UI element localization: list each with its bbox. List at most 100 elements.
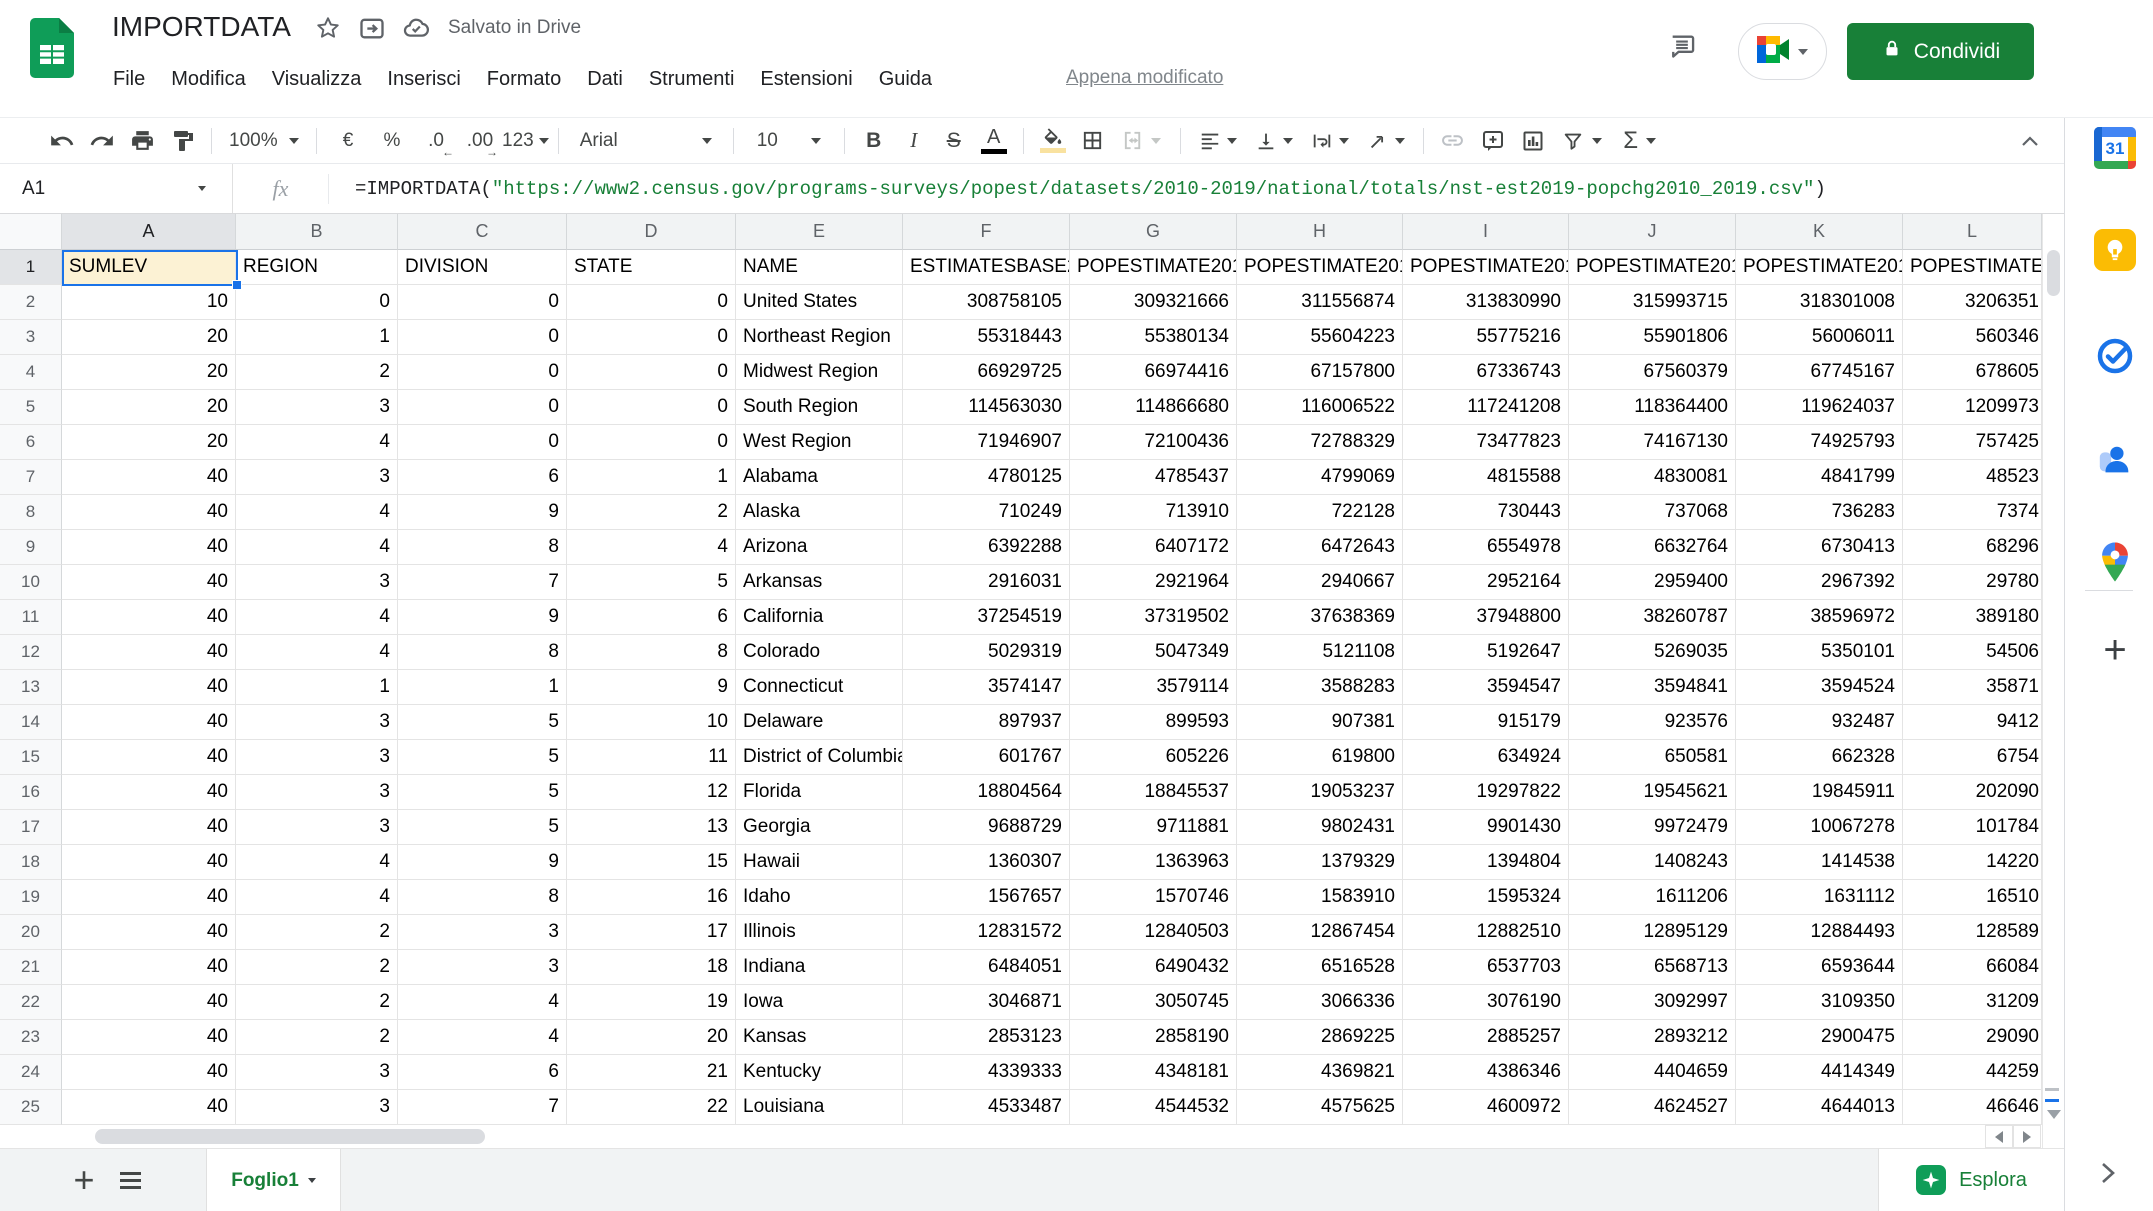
cell-B8[interactable]: 4 [236,495,398,530]
cell-A3[interactable]: 20 [62,320,236,355]
cell-J12[interactable]: 5269035 [1569,635,1736,670]
font-size-select[interactable]: 10 [743,122,835,160]
cell-E18[interactable]: Hawaii [736,845,903,880]
row-header-8[interactable]: 8 [0,495,62,530]
increase-decimals-button[interactable]: .00→ [458,122,502,160]
cell-A16[interactable]: 40 [62,775,236,810]
cell-H16[interactable]: 19053237 [1237,775,1403,810]
cell-L20[interactable]: 128589 [1903,915,2042,950]
cell-L2[interactable]: 3206351 [1903,285,2042,320]
cell-I6[interactable]: 73477823 [1403,425,1569,460]
cell-D1[interactable]: STATE [567,250,736,285]
cell-C24[interactable]: 6 [398,1055,567,1090]
cell-H4[interactable]: 67157800 [1237,355,1403,390]
cell-H1[interactable]: POPESTIMATE2011 [1237,250,1403,285]
cell-K2[interactable]: 318301008 [1736,285,1903,320]
cell-C12[interactable]: 8 [398,635,567,670]
row-header-19[interactable]: 19 [0,880,62,915]
cell-L1[interactable]: POPESTIMATE2015 [1903,250,2042,285]
cell-C13[interactable]: 1 [398,670,567,705]
cell-E9[interactable]: Arizona [736,530,903,565]
cell-D3[interactable]: 0 [567,320,736,355]
cell-D24[interactable]: 21 [567,1055,736,1090]
row-header-17[interactable]: 17 [0,810,62,845]
cell-G10[interactable]: 2921964 [1070,565,1237,600]
row-header-22[interactable]: 22 [0,985,62,1020]
text-color-button[interactable]: A [974,122,1014,160]
last-modified-link[interactable]: Appena modificato [1066,67,1223,89]
cell-F24[interactable]: 4339333 [903,1055,1070,1090]
cell-K14[interactable]: 932487 [1736,705,1903,740]
cell-E2[interactable]: United States [736,285,903,320]
cell-D20[interactable]: 17 [567,915,736,950]
cell-F12[interactable]: 5029319 [903,635,1070,670]
cell-G7[interactable]: 4785437 [1070,460,1237,495]
cell-A14[interactable]: 40 [62,705,236,740]
row-header-3[interactable]: 3 [0,320,62,355]
scrollbar-step-down[interactable] [2047,1110,2061,1119]
cell-H8[interactable]: 722128 [1237,495,1403,530]
cell-F9[interactable]: 6392288 [903,530,1070,565]
menu-visualizza[interactable]: Visualizza [259,68,375,91]
cell-A18[interactable]: 40 [62,845,236,880]
cell-A21[interactable]: 40 [62,950,236,985]
name-box-dropdown-icon[interactable] [198,186,206,191]
cell-H18[interactable]: 1379329 [1237,845,1403,880]
cell-A6[interactable]: 20 [62,425,236,460]
cell-I3[interactable]: 55775216 [1403,320,1569,355]
cell-J20[interactable]: 12895129 [1569,915,1736,950]
column-header-F[interactable]: F [903,214,1070,250]
fill-color-button[interactable] [1033,122,1073,160]
cell-L21[interactable]: 66084 [1903,950,2042,985]
cell-I7[interactable]: 4815588 [1403,460,1569,495]
cell-D16[interactable]: 12 [567,775,736,810]
cell-K21[interactable]: 6593644 [1736,950,1903,985]
cell-C1[interactable]: DIVISION [398,250,567,285]
undo-button[interactable] [42,122,82,160]
cell-F22[interactable]: 3046871 [903,985,1070,1020]
cell-E22[interactable]: Iowa [736,985,903,1020]
cell-L4[interactable]: 678605 [1903,355,2042,390]
cell-L10[interactable]: 29780 [1903,565,2042,600]
cell-H23[interactable]: 2869225 [1237,1020,1403,1055]
cell-L12[interactable]: 54506 [1903,635,2042,670]
cell-E17[interactable]: Georgia [736,810,903,845]
cell-J25[interactable]: 4624527 [1569,1090,1736,1125]
paint-format-button[interactable] [162,122,202,160]
cell-I17[interactable]: 9901430 [1403,810,1569,845]
cell-G4[interactable]: 66974416 [1070,355,1237,390]
cell-L11[interactable]: 389180 [1903,600,2042,635]
cell-J7[interactable]: 4830081 [1569,460,1736,495]
cell-L16[interactable]: 202090 [1903,775,2042,810]
insert-chart-button[interactable] [1513,122,1553,160]
insert-link-button[interactable] [1433,122,1473,160]
cell-D19[interactable]: 16 [567,880,736,915]
cell-K8[interactable]: 736283 [1736,495,1903,530]
cell-C23[interactable]: 4 [398,1020,567,1055]
cell-I8[interactable]: 730443 [1403,495,1569,530]
cell-K9[interactable]: 6730413 [1736,530,1903,565]
explore-button[interactable]: Esplora [1878,1148,2064,1211]
cell-B5[interactable]: 3 [236,390,398,425]
cell-K20[interactable]: 12884493 [1736,915,1903,950]
cell-C8[interactable]: 9 [398,495,567,530]
cell-I11[interactable]: 37948800 [1403,600,1569,635]
borders-button[interactable] [1073,122,1113,160]
cell-K24[interactable]: 4414349 [1736,1055,1903,1090]
scroll-left-button[interactable] [1985,1125,2013,1148]
column-header-E[interactable]: E [736,214,903,250]
cell-D6[interactable]: 0 [567,425,736,460]
row-header-4[interactable]: 4 [0,355,62,390]
cell-B12[interactable]: 4 [236,635,398,670]
cell-F23[interactable]: 2853123 [903,1020,1070,1055]
cell-H6[interactable]: 72788329 [1237,425,1403,460]
cell-I24[interactable]: 4386346 [1403,1055,1569,1090]
cell-K5[interactable]: 119624037 [1736,390,1903,425]
column-header-A[interactable]: A [62,214,236,250]
menu-estensioni[interactable]: Estensioni [747,68,865,91]
cell-K16[interactable]: 19845911 [1736,775,1903,810]
cell-F19[interactable]: 1567657 [903,880,1070,915]
cell-A13[interactable]: 40 [62,670,236,705]
cell-H24[interactable]: 4369821 [1237,1055,1403,1090]
row-header-20[interactable]: 20 [0,915,62,950]
